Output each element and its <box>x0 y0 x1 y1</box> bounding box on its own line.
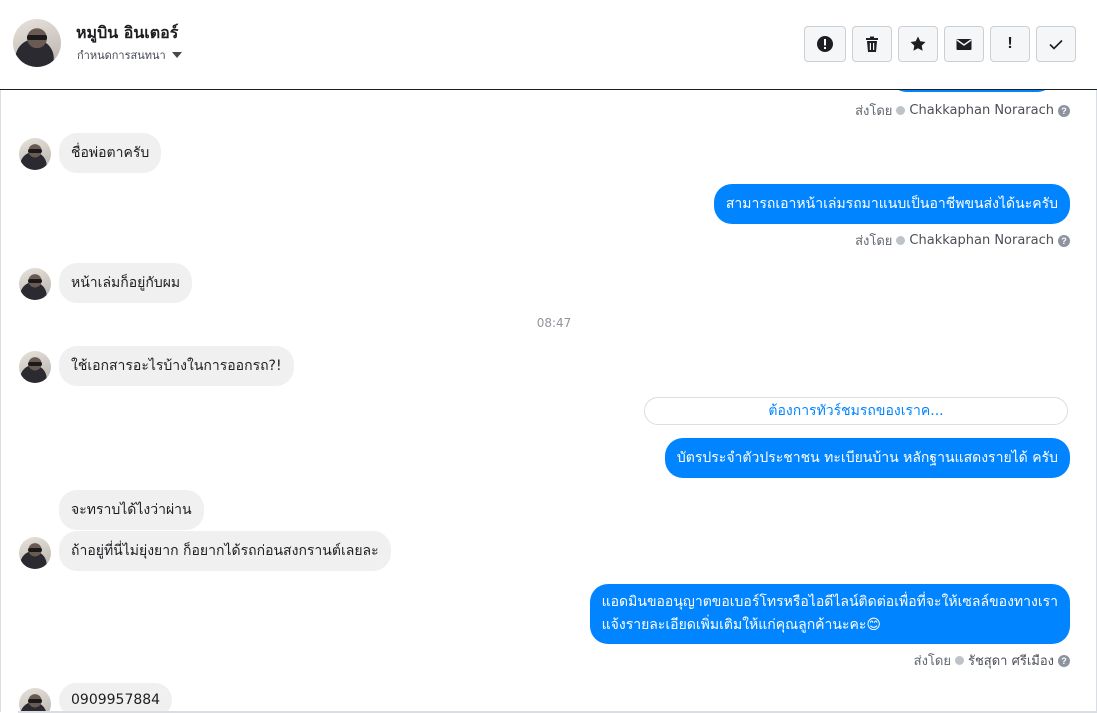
envelope-icon <box>956 39 972 50</box>
agent-name[interactable]: Chakkaphan Norarach <box>909 103 1054 118</box>
incoming-message: ใช้เอกสารอะไรบ้างในการออกรถ?! <box>59 346 294 386</box>
conversation-header: หมูบิน อินเตอร์ กำหนดการสนทนา ! <box>0 0 1097 90</box>
delete-button[interactable] <box>852 26 892 62</box>
outgoing-bubble-partial <box>892 90 1052 92</box>
mark-unread-button[interactable] <box>944 26 984 62</box>
message-thread[interactable]: ส่งโดย Chakkaphan Norarach ? ชื่อพ่อตาคร… <box>0 90 1097 713</box>
star-icon <box>910 36 926 51</box>
agent-status-icon <box>954 656 964 665</box>
contact-name[interactable]: หมูบิน อินเตอร์ <box>76 21 178 46</box>
message-line: แจ้งรายละเอียดเพิ่มเติมให้แก่คุณลูกค้านะ… <box>601 617 881 633</box>
sent-by-line: ส่งโดย Chakkaphan Norarach ? <box>855 230 1070 251</box>
contact-avatar-small <box>19 138 51 170</box>
help-icon[interactable]: ? <box>1058 104 1070 117</box>
quick-reply-button[interactable]: ต้องการทัวร์ชมรถของเราค... <box>644 397 1068 425</box>
sent-by-line: ส่งโดย Chakkaphan Norarach ? <box>855 100 1070 121</box>
contact-avatar-small <box>19 537 51 569</box>
incoming-message: 0909957884 <box>59 683 173 713</box>
incoming-message: ชื่อพ่อตาครับ <box>59 133 162 173</box>
incoming-message: หน้าเล่มก็อยู่กับผม <box>59 263 193 303</box>
outgoing-message: สามารถเอาหน้าเล่มรถมาแนบเป็นอาชีพขนส่งได… <box>713 184 1070 224</box>
contact-avatar-small <box>19 268 51 300</box>
action-toolbar: ! <box>804 26 1076 62</box>
timestamp-separator: 08:47 <box>536 316 572 330</box>
spam-button[interactable] <box>804 26 846 62</box>
important-button[interactable]: ! <box>990 26 1030 62</box>
alert-icon <box>817 36 833 52</box>
star-button[interactable] <box>898 26 938 62</box>
caret-down-icon <box>171 52 182 58</box>
help-icon[interactable]: ? <box>1058 234 1070 247</box>
agent-name[interactable]: Chakkaphan Norarach <box>909 233 1054 248</box>
check-icon <box>1049 39 1063 50</box>
exclamation-icon: ! <box>1007 35 1013 52</box>
trash-icon <box>866 36 878 52</box>
sent-by-line: ส่งโดย รัชสุดา ศรีเมือง ? <box>914 650 1070 671</box>
agent-status-icon <box>896 106 906 115</box>
done-button[interactable] <box>1036 26 1076 62</box>
contact-avatar[interactable] <box>13 19 61 67</box>
agent-status-icon <box>896 236 906 245</box>
conversation-schedule-dropdown[interactable]: กำหนดการสนทนา <box>77 46 182 64</box>
conversation-schedule-label: กำหนดการสนทนา <box>77 49 166 62</box>
outgoing-message: บัตรประจำตัวประชาชน ทะเบียนบ้าน หลักฐานแ… <box>664 438 1070 478</box>
outgoing-message: แอดมินขออนุญาตขอเบอร์โทรหรือไอดีไลน์ติดต… <box>589 584 1070 644</box>
message-line: แอดมินขออนุญาตขอเบอร์โทรหรือไอดีไลน์ติดต… <box>601 594 1058 610</box>
help-icon[interactable]: ? <box>1058 654 1070 667</box>
incoming-message: ถ้าอยู่ที่นี่ไม่ยุ่งยาก ก็อยากได้รถก่อนส… <box>59 531 391 571</box>
agent-name[interactable]: รัชสุดา ศรีเมือง <box>968 650 1054 671</box>
contact-avatar-small <box>19 688 51 713</box>
contact-avatar-small <box>19 351 51 383</box>
incoming-message: จะทราบได้ไงว่าผ่าน <box>59 490 204 530</box>
